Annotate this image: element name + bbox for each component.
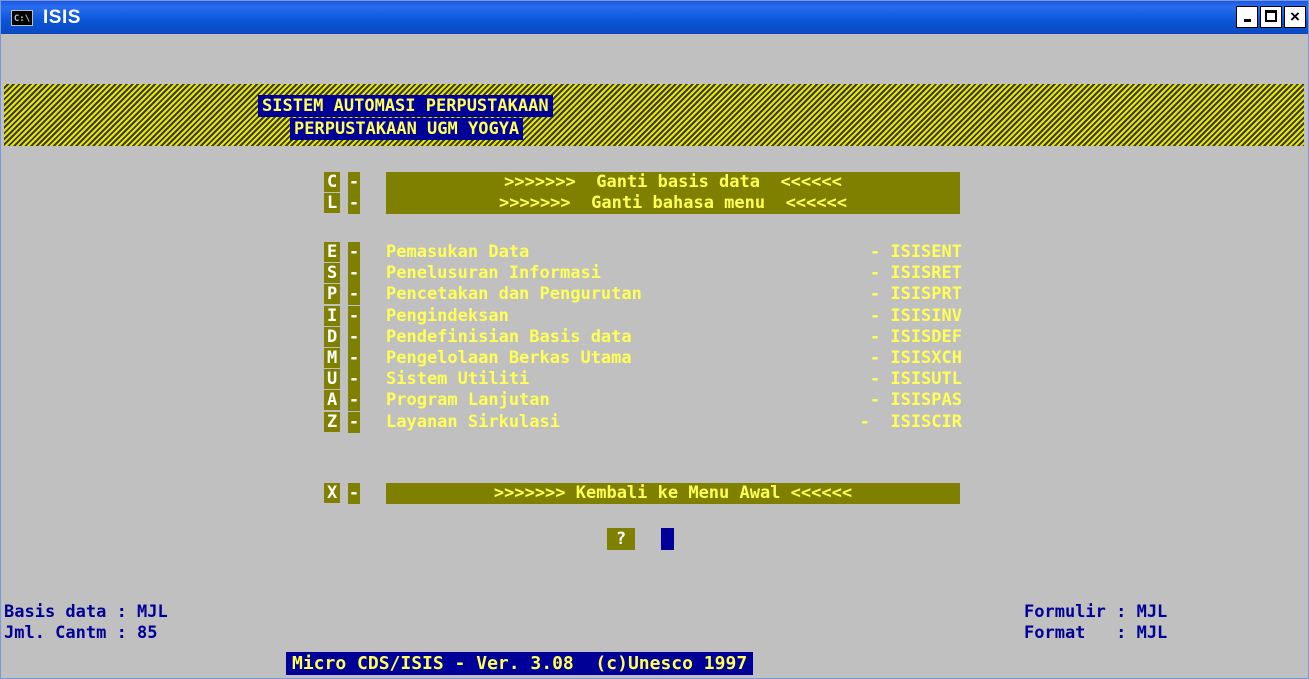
menu-item-label: Pemasukan Data [386, 242, 530, 262]
maximize-button[interactable] [1260, 6, 1282, 28]
menu-key-dash: - [348, 242, 360, 263]
header-title: SISTEM AUTOMASI PERPUSTAKAAN [258, 95, 553, 117]
menu-key-dash: - [348, 369, 360, 390]
menu-item-label: Pengelolaan Berkas Utama [386, 348, 632, 368]
menu-item-label: Layanan Sirkulasi [386, 412, 560, 432]
menu-key: L [324, 193, 341, 214]
menu-key-dash: - [348, 306, 360, 327]
menu-item-label: Pencetakan dan Pengurutan [386, 284, 642, 304]
menu-item-program: - ISISINV [869, 306, 962, 326]
menu-item-change-language[interactable]: L - >>>>>>> Ganti bahasa menu <<<<<< [324, 193, 960, 214]
menu-key: E [324, 242, 341, 263]
status-database: Basis data : MJL [4, 602, 168, 622]
menu-key-dash: - [348, 284, 360, 305]
menu-item-program: - ISISPAS [869, 390, 962, 410]
title-bar[interactable]: C:\ ISIS × [1, 1, 1308, 34]
menu-key-dash: - [348, 348, 360, 369]
menu-item-label: Pengindeksan [386, 306, 509, 326]
status-form: Formulir : MJL [1024, 602, 1168, 622]
menu-item-program: - ISISRET [869, 263, 962, 283]
header-hatch-pattern [4, 84, 1304, 146]
menu-item-program: - ISISPRT [869, 284, 962, 304]
menu-key: D [324, 327, 341, 348]
menu-key-dash: - [348, 412, 360, 433]
menu-key: U [324, 369, 341, 390]
status-record-count: Jml. Cantm : 85 [4, 623, 158, 643]
menu-key: C [324, 172, 341, 193]
close-button[interactable]: × [1284, 6, 1306, 28]
menu-item-program: - ISISDEF [869, 327, 962, 347]
menu-item-change-database[interactable]: C - >>>>>>> Ganti basis data <<<<<< [324, 172, 960, 193]
menu-key: Z [324, 412, 341, 433]
menu-item-label: Program Lanjutan [386, 390, 550, 410]
menu-key: S [324, 263, 341, 284]
window-title: ISIS [43, 7, 81, 28]
menu-item-label: Sistem Utiliti [386, 369, 530, 389]
menu-item-program: - ISISCIR [859, 412, 962, 432]
menu-item-label: >>>>>>> Ganti bahasa menu <<<<<< [386, 193, 960, 214]
version-footer: Micro CDS/ISIS - Ver. 3.08 (c)Unesco 199… [286, 652, 754, 675]
menu-item-program: - ISISENT [869, 242, 962, 262]
menu-key-dash: - [348, 327, 360, 348]
menu-key-dash: - [348, 483, 360, 504]
menu-key-dash: - [348, 390, 360, 411]
text-cursor[interactable] [661, 528, 674, 550]
menu-item-label: Pendefinisian Basis data [386, 327, 632, 347]
menu-key: M [324, 348, 341, 369]
menu-item-label: >>>>>>> Ganti basis data <<<<<< [386, 172, 960, 193]
console-app-icon[interactable]: C:\ [11, 10, 33, 26]
menu-item-program: - ISISUTL [869, 369, 962, 389]
menu-key-dash: - [348, 172, 360, 193]
menu-item-program: - ISISXCH [869, 348, 962, 368]
header-subtitle: PERPUSTAKAAN UGM YOGYA [290, 118, 524, 140]
menu-key: A [324, 390, 341, 411]
close-icon: × [1290, 7, 1300, 26]
menu-key-dash: - [348, 263, 360, 284]
menu-item-back-to-main[interactable]: X - >>>>>>> Kembali ke Menu Awal <<<<<< [324, 483, 960, 504]
menu-key: X [324, 483, 341, 504]
status-format: Format : MJL [1024, 623, 1168, 643]
menu-key: I [324, 306, 341, 327]
menu-item-label: Penelusuran Informasi [386, 263, 601, 283]
menu-item-label: >>>>>>> Kembali ke Menu Awal <<<<<< [386, 483, 960, 504]
menu-key: P [324, 284, 341, 305]
minimize-button[interactable] [1236, 6, 1258, 28]
command-prompt: ? [607, 528, 635, 550]
menu-key-dash: - [348, 193, 360, 214]
